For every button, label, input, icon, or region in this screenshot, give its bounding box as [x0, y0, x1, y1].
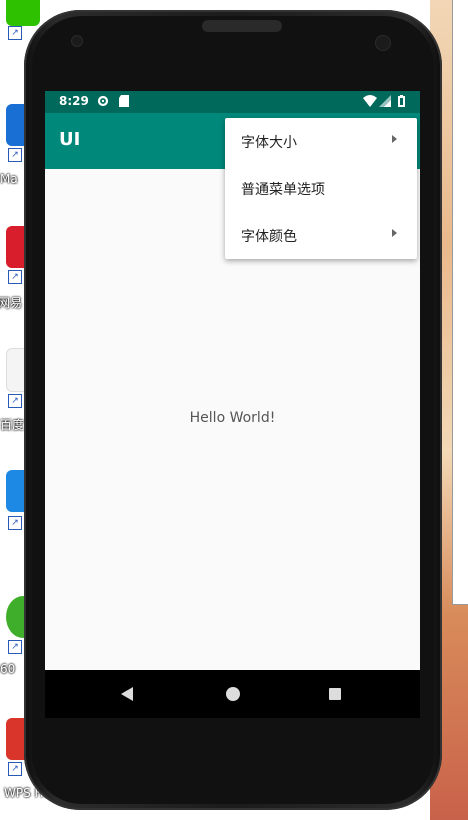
submenu-arrow-icon [392, 135, 397, 143]
shortcut-arrow-icon: ↗ [8, 762, 22, 776]
menu-item-label: 普通菜单选项 [241, 182, 325, 198]
wifi-icon [363, 95, 377, 107]
shortcut-arrow-icon: ↗ [8, 516, 22, 530]
shortcut-arrow-icon: ↗ [8, 394, 22, 408]
wechat-desktop-icon[interactable] [6, 0, 40, 26]
status-bar: 8:29 [45, 91, 420, 113]
desktop-icon-label: 百度 [0, 418, 25, 432]
shortcut-arrow-icon: ↗ [8, 640, 22, 654]
sensor-dot [72, 36, 82, 46]
device-screen: 8:29 UI Hello World! 字体大小 普通菜单选项 字体颜色 [45, 91, 420, 718]
desktop-icon-label: 网易 [0, 296, 23, 310]
battery-icon [398, 95, 405, 107]
back-icon[interactable] [121, 687, 133, 701]
shortcut-arrow-icon: ↗ [8, 270, 22, 284]
menu-item-font-size[interactable]: 字体大小 [225, 118, 417, 165]
menu-item-font-color[interactable]: 字体颜色 [225, 212, 417, 259]
app-title: UI [59, 129, 81, 150]
front-camera-icon [376, 36, 390, 50]
hello-text: Hello World! [189, 410, 276, 426]
earpiece-speaker [202, 20, 282, 32]
signal-icon [379, 95, 391, 107]
submenu-arrow-icon [392, 229, 397, 237]
home-icon[interactable] [226, 687, 240, 701]
desktop-icon-label: 60 [0, 662, 16, 676]
status-time: 8:29 [59, 94, 89, 108]
desktop-icon-label: Ma [0, 172, 18, 186]
menu-item-label: 字体大小 [241, 135, 297, 151]
menu-item-label: 字体颜色 [241, 229, 297, 245]
navigation-bar [45, 670, 420, 718]
menu-item-normal-option[interactable]: 普通菜单选项 [225, 165, 417, 212]
recent-apps-icon[interactable] [329, 688, 341, 700]
shortcut-arrow-icon: ↗ [8, 26, 22, 40]
settings-gear-icon [97, 95, 109, 107]
overflow-menu: 字体大小 普通菜单选项 字体颜色 [225, 118, 417, 259]
shortcut-arrow-icon: ↗ [8, 148, 22, 162]
sd-card-icon [119, 95, 129, 107]
background-window-panel [452, 0, 468, 605]
